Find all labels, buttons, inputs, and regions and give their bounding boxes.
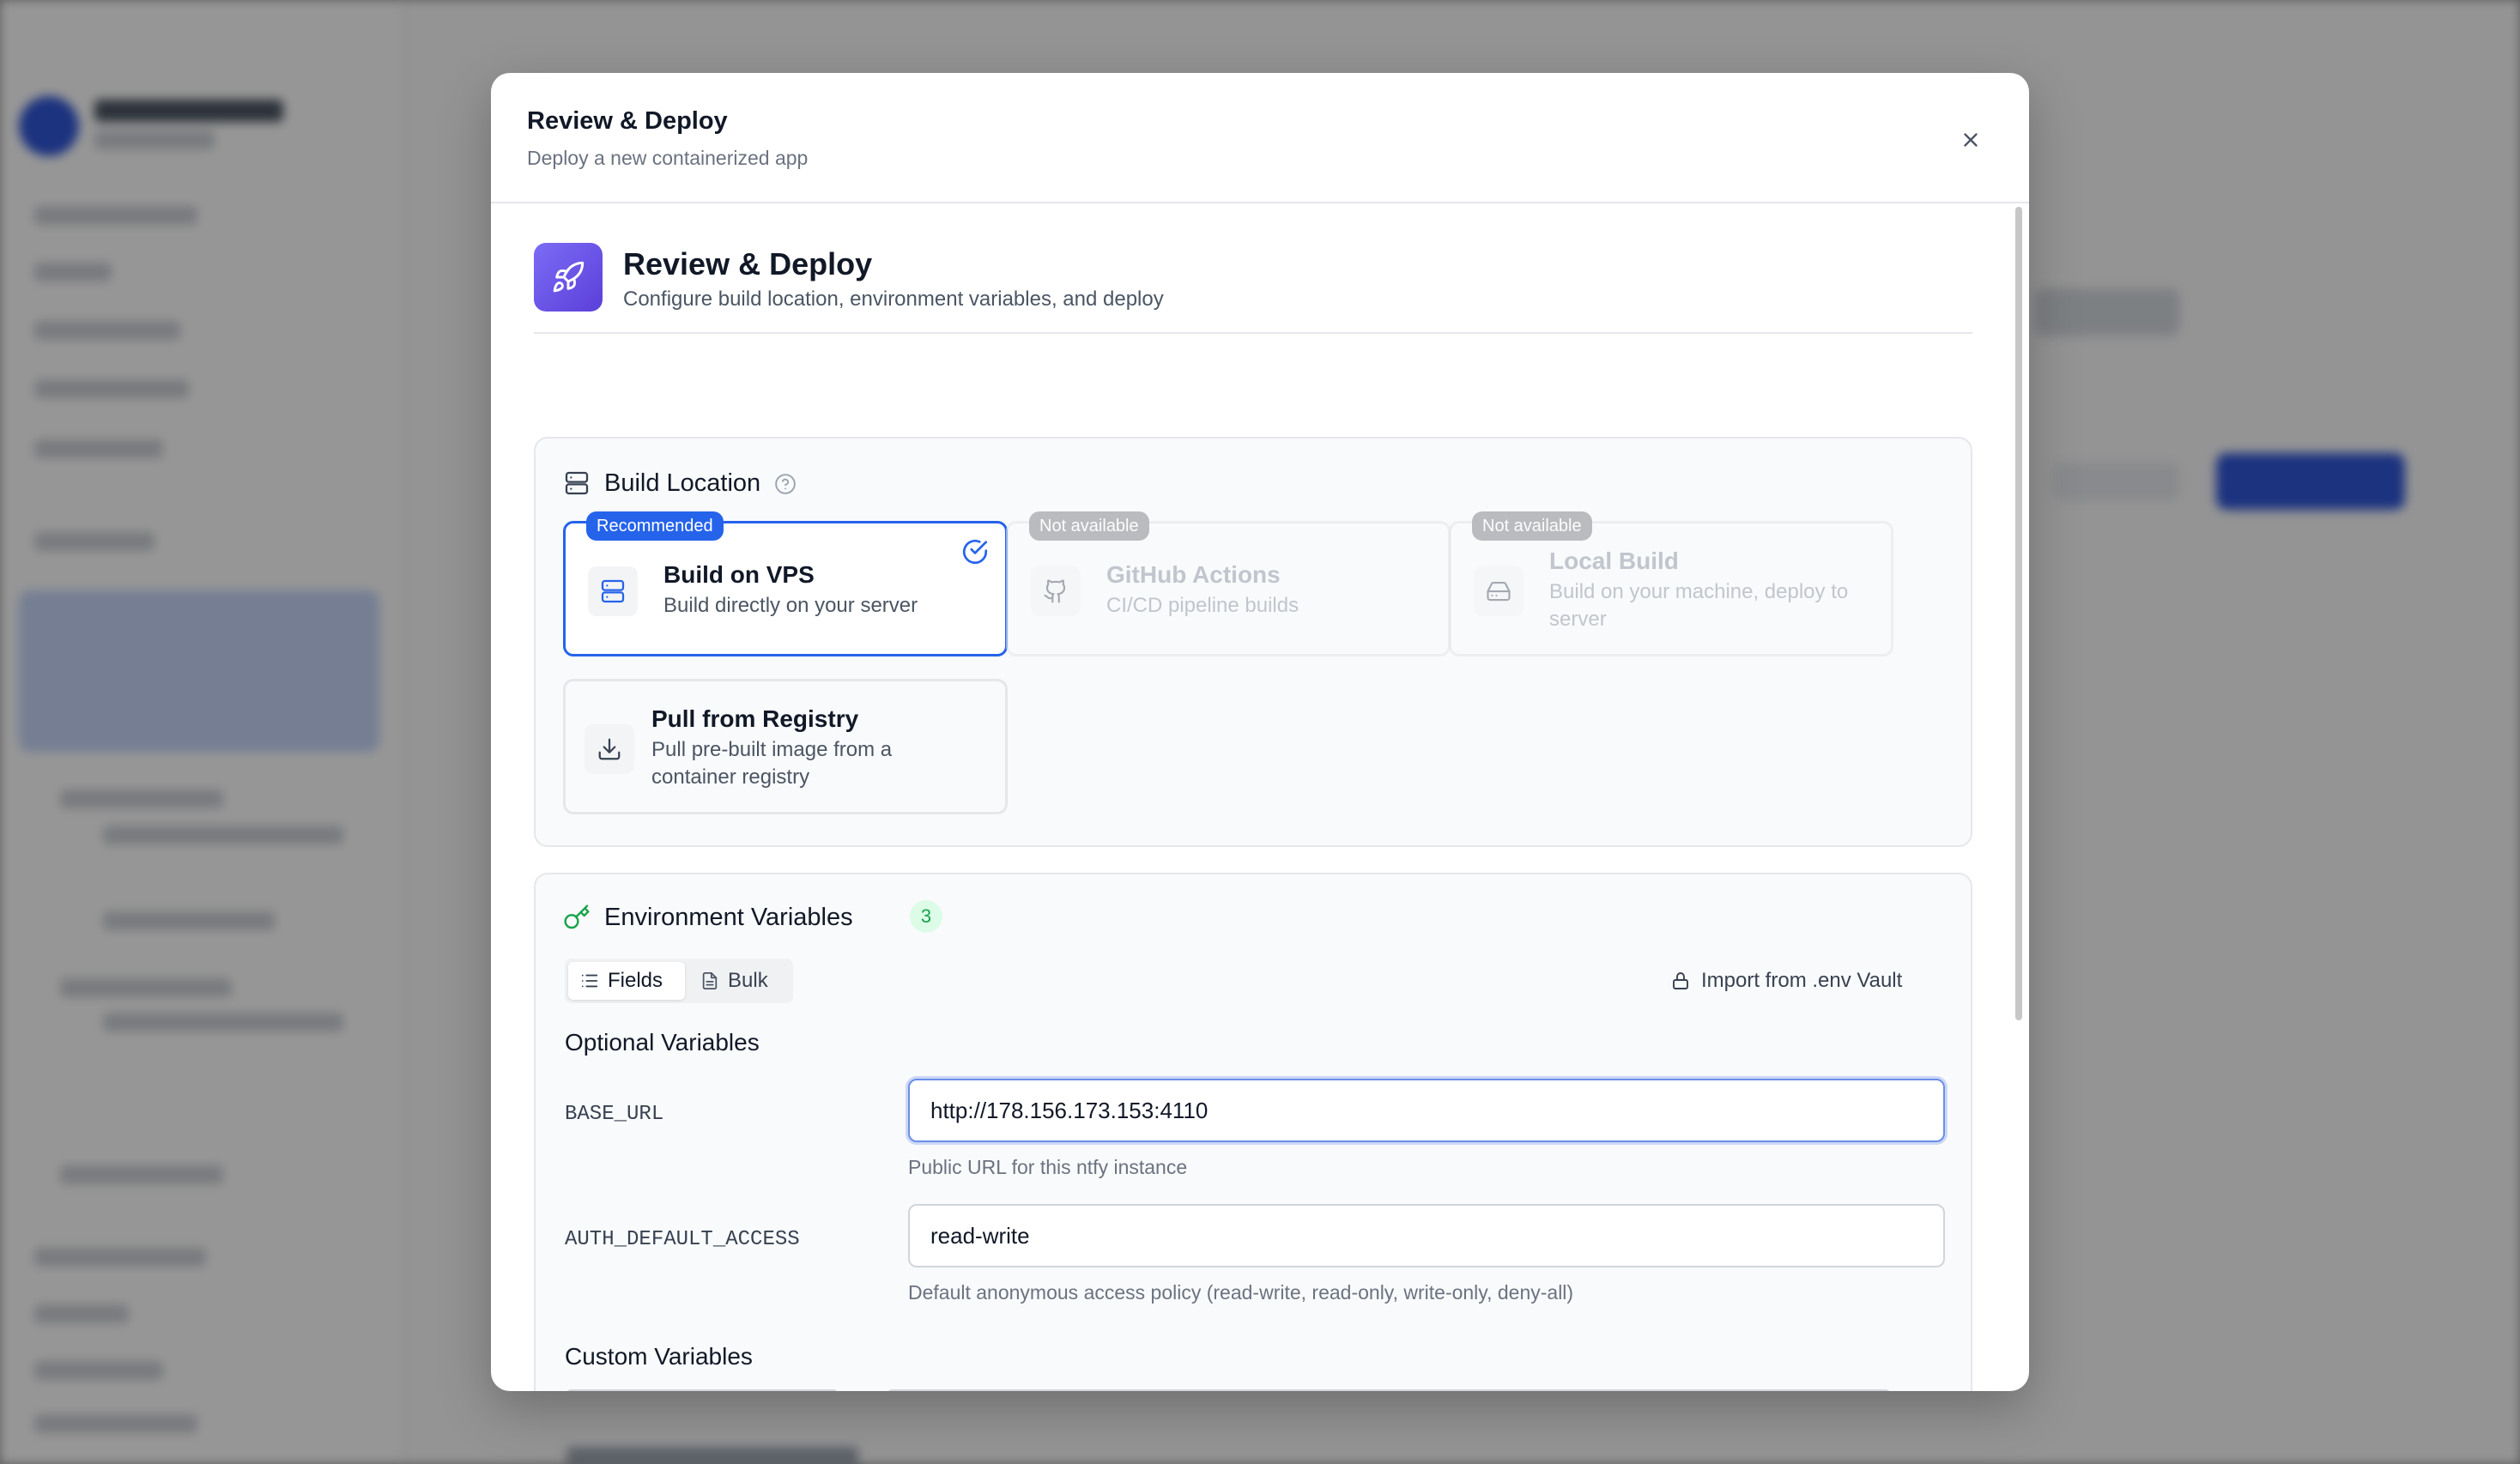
- env-key-label: BASE_URL: [565, 1103, 664, 1126]
- env-mode-tabs: Fields Bulk: [565, 959, 793, 1003]
- modal-body[interactable]: Review & Deploy Configure build location…: [491, 203, 2029, 1391]
- github-icon: [1031, 566, 1081, 616]
- build-option-vps[interactable]: Recommended Build on VPS Build directly …: [563, 511, 1008, 656]
- tab-bulk-label: Bulk: [728, 969, 768, 992]
- recommended-badge: Recommended: [586, 511, 724, 541]
- close-button[interactable]: [1950, 119, 1991, 160]
- file-text-icon: [702, 971, 718, 990]
- base-url-input[interactable]: [908, 1079, 1945, 1142]
- build-option-description: Build on your machine, deploy to server: [1549, 580, 1849, 631]
- build-option-title: GitHub Actions: [1106, 561, 1281, 588]
- build-option-description: CI/CD pipeline builds: [1106, 594, 1299, 617]
- env-help-text: Public URL for this ntfy instance: [908, 1156, 1188, 1178]
- server-icon: [565, 471, 589, 495]
- build-option-title: Local Build: [1549, 547, 1679, 574]
- build-option-github-actions: Not available GitHub Actions CI/CD pipel…: [1006, 511, 1451, 656]
- step-description: Configure build location, environment va…: [623, 287, 1164, 311]
- build-location-title: Build Location: [604, 469, 761, 497]
- build-option-description: Build directly on your server: [663, 594, 918, 617]
- check-circle-icon: [962, 539, 988, 565]
- modal-scrollbar[interactable]: [2015, 207, 2022, 1020]
- download-icon: [585, 724, 634, 774]
- env-vars-title: Environment Variables: [604, 904, 853, 931]
- key-icon: [564, 904, 590, 929]
- divider: [534, 332, 1972, 334]
- not-available-badge: Not available: [1029, 511, 1149, 541]
- step-title: Review & Deploy: [623, 246, 873, 281]
- build-option-description: Pull pre-built image from a container re…: [651, 738, 893, 789]
- build-option-local: Not available Local Build Build on your …: [1449, 511, 1893, 656]
- build-location-section: Build Location Recommended Build on VPS …: [534, 437, 1972, 847]
- custom-variables-heading: Custom Variables: [565, 1343, 753, 1370]
- rocket-icon: [534, 243, 603, 312]
- server-icon: [588, 566, 638, 616]
- tab-bulk[interactable]: Bulk: [688, 962, 790, 1000]
- env-vars-section: Environment Variables 3 Fields Bulk Impo…: [534, 873, 1972, 1391]
- tab-fields[interactable]: Fields: [568, 962, 685, 1000]
- env-vars-count-badge: 3: [910, 900, 942, 933]
- close-icon: [1964, 133, 1978, 147]
- optional-variables-heading: Optional Variables: [565, 1029, 760, 1056]
- hard-drive-icon: [1474, 566, 1524, 616]
- custom-variable-value-input[interactable]: [886, 1389, 1892, 1391]
- lock-icon: [1673, 972, 1688, 989]
- delete-variable-button[interactable]: [1902, 1389, 1954, 1391]
- deploy-modal: Review & Deploy Deploy a new containeriz…: [491, 73, 2029, 1391]
- list-icon: [581, 974, 598, 988]
- not-available-badge: Not available: [1472, 511, 1592, 541]
- import-env-vault-button[interactable]: Import from .env Vault: [1670, 964, 1902, 998]
- build-option-registry[interactable]: Pull from Registry Pull pre-built image …: [563, 679, 1008, 814]
- tab-fields-label: Fields: [608, 969, 663, 992]
- env-key-label: AUTH_DEFAULT_ACCESS: [565, 1228, 800, 1251]
- build-option-title: Pull from Registry: [651, 705, 859, 732]
- import-env-vault-label: Import from .env Vault: [1701, 969, 1903, 992]
- modal-header: Review & Deploy Deploy a new containeriz…: [491, 73, 2029, 203]
- env-help-text: Default anonymous access policy (read-wr…: [908, 1281, 1574, 1304]
- build-option-title: Build on VPS: [663, 561, 815, 588]
- modal-subtitle: Deploy a new containerized app: [527, 147, 809, 169]
- custom-variable-key-input[interactable]: [565, 1389, 839, 1391]
- help-circle-icon[interactable]: [774, 473, 797, 495]
- modal-title: Review & Deploy: [527, 107, 728, 135]
- auth-default-access-input[interactable]: [908, 1204, 1945, 1267]
